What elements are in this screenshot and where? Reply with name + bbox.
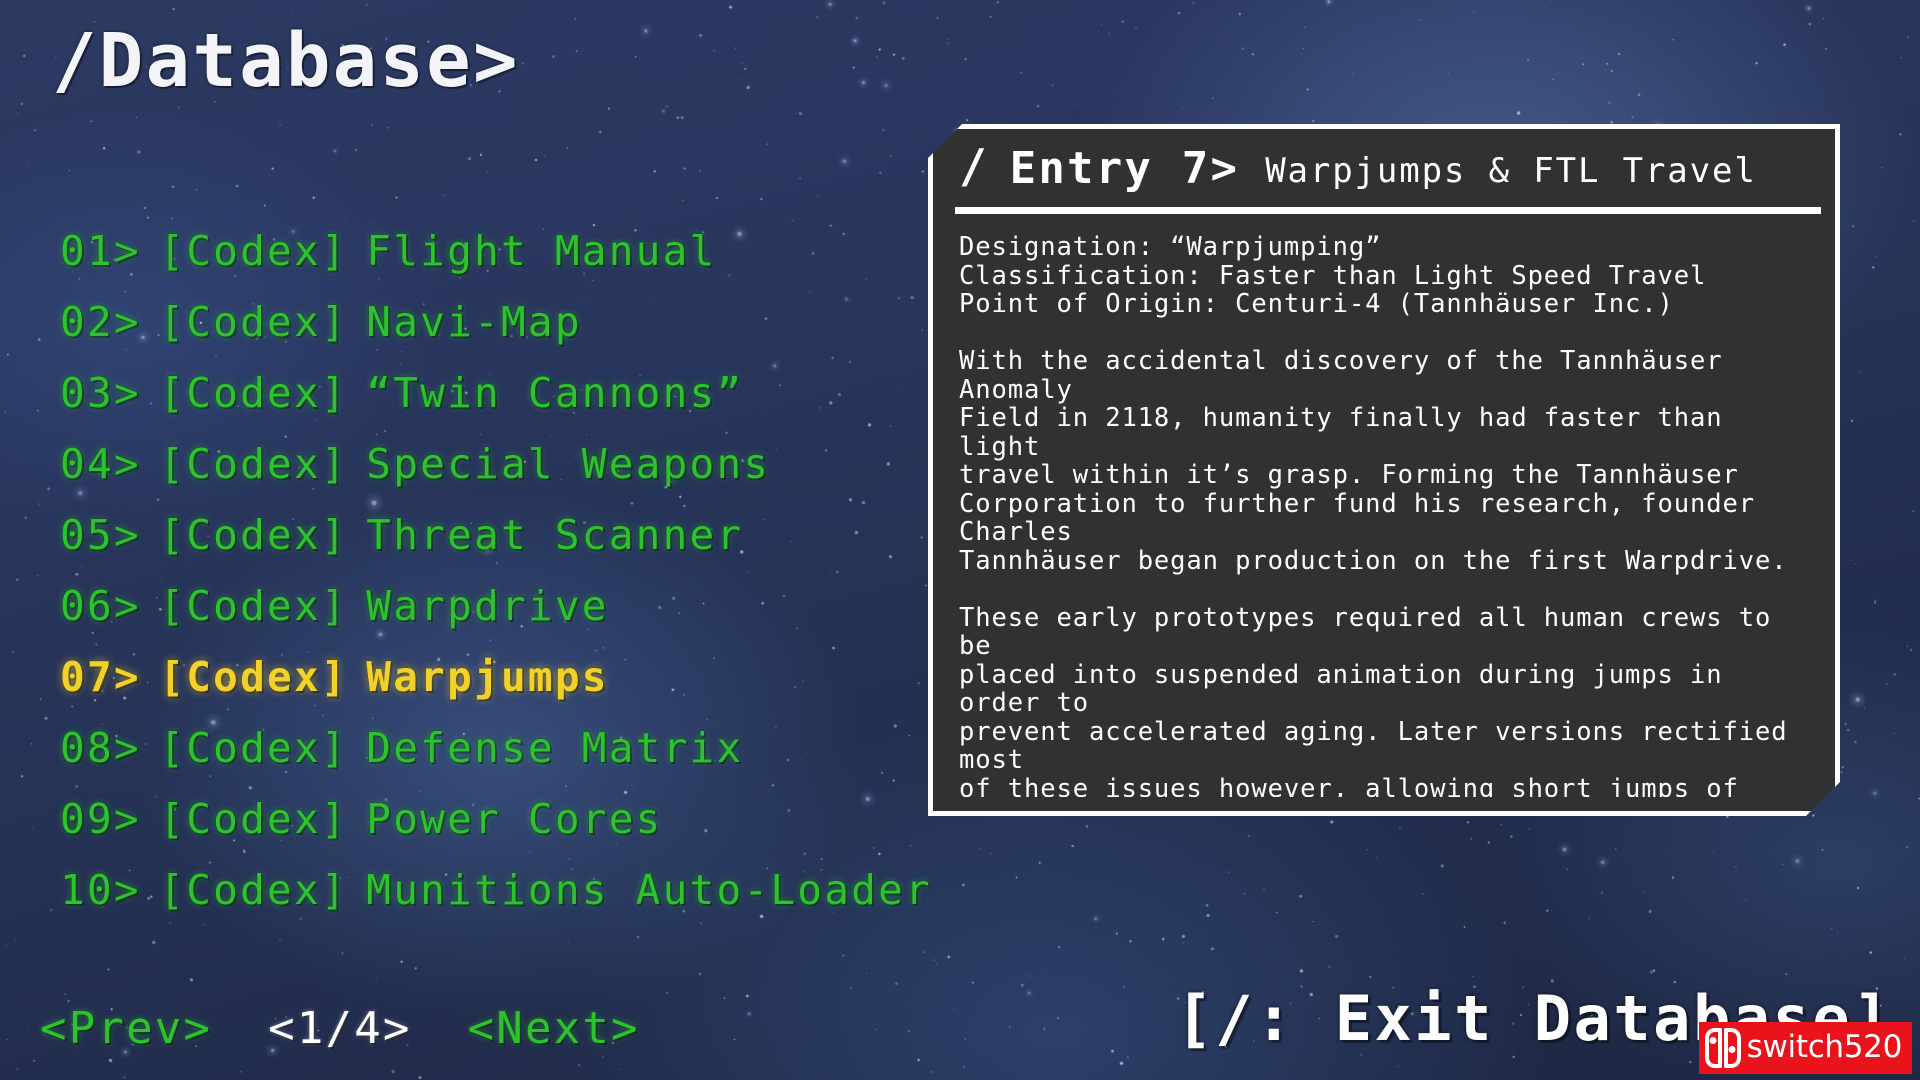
entry-number-label: Entry 7> bbox=[1009, 142, 1240, 194]
next-page-button[interactable]: <Next> bbox=[468, 1003, 640, 1054]
codex-item-name: Defense Matrix bbox=[366, 724, 744, 772]
codex-item-tag: [Codex] bbox=[159, 795, 348, 843]
entry-title-label: Warpjumps & FTL Travel bbox=[1265, 151, 1757, 191]
codex-list-item[interactable]: 03> [Codex] “Twin Cannons” bbox=[60, 358, 960, 429]
codex-item-number: 07> bbox=[60, 653, 141, 701]
codex-item-tag: [Codex] bbox=[159, 227, 348, 275]
codex-item-number: 10> bbox=[60, 866, 141, 914]
codex-item-name: “Twin Cannons” bbox=[366, 369, 744, 417]
joycon-right-icon bbox=[1723, 1028, 1741, 1068]
codex-item-name: Special Weapons bbox=[366, 440, 771, 488]
codex-list-item[interactable]: 01> [Codex] Flight Manual bbox=[60, 216, 960, 287]
codex-item-number: 09> bbox=[60, 795, 141, 843]
joycon-left-icon bbox=[1704, 1028, 1722, 1068]
codex-item-tag: [Codex] bbox=[159, 653, 348, 701]
entry-panel-inner: / Entry 7> Warpjumps & FTL Travel Design… bbox=[933, 129, 1835, 811]
watermark-label: switch520 bbox=[1746, 1028, 1903, 1065]
page-title: /Database> bbox=[52, 18, 520, 104]
codex-entry-list: 01> [Codex] Flight Manual 02> [Codex] Navi-Ma… bbox=[60, 216, 960, 926]
codex-list-item[interactable]: 07> [Codex] Warpjumps bbox=[60, 642, 960, 713]
codex-item-tag: [Codex] bbox=[159, 582, 348, 630]
entry-body-text: Designation: “Warpjumping” Classificatio… bbox=[959, 233, 1817, 797]
site-watermark: switch520 bbox=[1698, 1022, 1912, 1074]
codex-item-number: 01> bbox=[60, 227, 141, 275]
entry-detail-panel: / Entry 7> Warpjumps & FTL Travel Design… bbox=[928, 124, 1840, 816]
codex-item-tag: [Codex] bbox=[159, 866, 348, 914]
entry-paragraph: Designation: “Warpjumping” Classificatio… bbox=[959, 233, 1707, 319]
codex-item-name: Flight Manual bbox=[366, 227, 717, 275]
codex-item-name: Navi-Map bbox=[366, 298, 582, 346]
prev-page-button[interactable]: <Prev> bbox=[40, 1003, 212, 1054]
codex-list-item[interactable]: 08> [Codex] Defense Matrix bbox=[60, 713, 960, 784]
entry-paragraph: With the accidental discovery of the Tan… bbox=[959, 346, 1788, 576]
slash-icon: / bbox=[959, 139, 988, 193]
pager-controls: <Prev> <1/4> <Next> bbox=[40, 1003, 640, 1054]
codex-item-tag: [Codex] bbox=[159, 724, 348, 772]
codex-list-item[interactable]: 10> [Codex] Munitions Auto-Loader bbox=[60, 855, 960, 926]
entry-panel-header: / Entry 7> Warpjumps & FTL Travel bbox=[933, 129, 1835, 207]
codex-item-tag: [Codex] bbox=[159, 298, 348, 346]
codex-list-item[interactable]: 02> [Codex] Navi-Map bbox=[60, 287, 960, 358]
codex-item-number: 04> bbox=[60, 440, 141, 488]
codex-item-number: 06> bbox=[60, 582, 141, 630]
nintendo-switch-icon bbox=[1704, 1028, 1741, 1068]
codex-item-name: Warpjumps bbox=[366, 653, 609, 701]
codex-item-number: 03> bbox=[60, 369, 141, 417]
codex-item-tag: [Codex] bbox=[159, 440, 348, 488]
codex-item-name: Power Cores bbox=[366, 795, 663, 843]
codex-item-name: Munitions Auto-Loader bbox=[366, 866, 933, 914]
codex-item-name: Threat Scanner bbox=[366, 511, 744, 559]
codex-item-number: 05> bbox=[60, 511, 141, 559]
codex-list-item[interactable]: 05> [Codex] Threat Scanner bbox=[60, 500, 960, 571]
page-count-label: <1/4> bbox=[268, 1003, 412, 1054]
codex-item-number: 02> bbox=[60, 298, 141, 346]
codex-list-item[interactable]: 04> [Codex] Special Weapons bbox=[60, 429, 960, 500]
codex-list-item[interactable]: 09> [Codex] Power Cores bbox=[60, 784, 960, 855]
header-divider bbox=[955, 207, 1821, 214]
codex-item-tag: [Codex] bbox=[159, 511, 348, 559]
entry-paragraph: These early prototypes required all huma… bbox=[959, 602, 1788, 797]
codex-item-tag: [Codex] bbox=[159, 369, 348, 417]
codex-item-number: 08> bbox=[60, 724, 141, 772]
codex-item-name: Warpdrive bbox=[366, 582, 609, 630]
codex-list-item[interactable]: 06> [Codex] Warpdrive bbox=[60, 571, 960, 642]
